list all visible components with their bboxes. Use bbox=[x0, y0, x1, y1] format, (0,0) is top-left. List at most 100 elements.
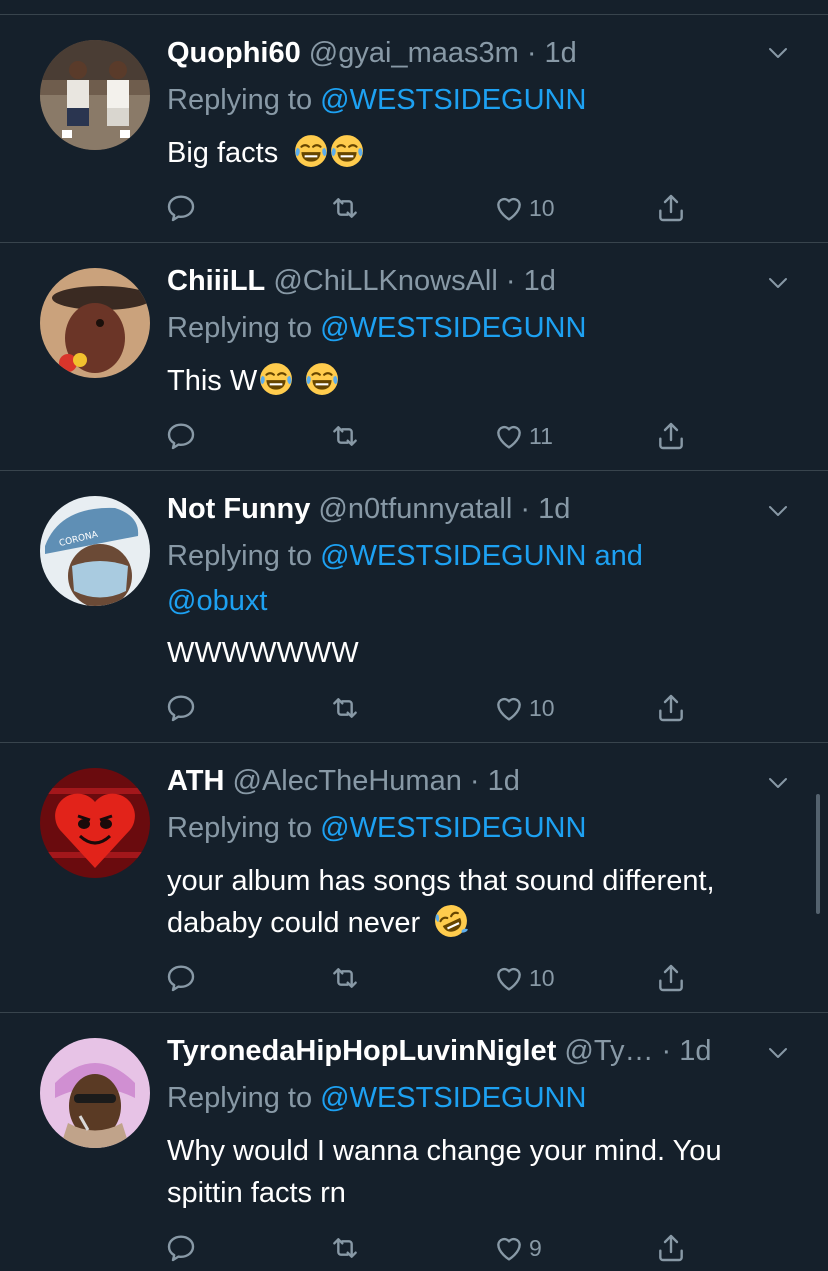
like-button[interactable]: 10 bbox=[493, 960, 555, 996]
mention-link[interactable]: @obuxt bbox=[167, 585, 267, 617]
tweet[interactable]: ATH @AlecTheHuman · 1d Replying to @WEST… bbox=[0, 743, 828, 1013]
face-with-tears-of-joy-icon bbox=[294, 134, 328, 168]
reply-button[interactable] bbox=[165, 690, 197, 726]
mention-link[interactable]: @WESTSIDEGUNN bbox=[320, 312, 586, 344]
tweet-text: WWWWWWW bbox=[167, 632, 797, 674]
display-name[interactable]: ATH bbox=[167, 765, 224, 797]
reply-icon bbox=[165, 692, 197, 724]
tweet-text-content: This W bbox=[167, 365, 258, 397]
username[interactable]: @ChiLLKnowsAll bbox=[273, 265, 497, 297]
tweet-text-content: Big facts bbox=[167, 137, 279, 169]
replying-to: Replying to @WESTSIDEGUNN bbox=[167, 1076, 787, 1121]
tweet-actions: 10 bbox=[165, 190, 705, 226]
avatar[interactable] bbox=[40, 268, 150, 378]
face-with-tears-of-joy-icon bbox=[330, 134, 364, 168]
retweet-button[interactable] bbox=[329, 960, 361, 996]
rolling-on-the-floor-laughing-icon bbox=[434, 904, 468, 938]
retweet-button[interactable] bbox=[329, 418, 361, 454]
scrollbar[interactable] bbox=[816, 794, 820, 914]
like-button[interactable]: 9 bbox=[493, 1230, 542, 1266]
chevron-down-icon[interactable] bbox=[766, 771, 790, 795]
face-with-tears-of-joy-icon bbox=[259, 362, 293, 396]
username[interactable]: @gyai_maas3m bbox=[309, 37, 519, 69]
tweet-actions: 11 bbox=[165, 418, 705, 454]
replying-to-label: Replying to bbox=[167, 540, 313, 572]
reply-icon bbox=[165, 420, 197, 452]
tweet[interactable]: TyronedaHipHopLuvinNiglet @Ty… · 1d Repl… bbox=[0, 1013, 828, 1271]
share-icon bbox=[655, 1232, 687, 1264]
reply-icon bbox=[165, 962, 197, 994]
replying-to-label: Replying to bbox=[167, 1082, 313, 1114]
display-name[interactable]: TyronedaHipHopLuvinNiglet bbox=[167, 1035, 556, 1067]
replying-to: Replying to @WESTSIDEGUNN and @obuxt bbox=[167, 534, 787, 624]
timestamp[interactable]: · 1d bbox=[527, 37, 577, 69]
timestamp[interactable]: · 1d bbox=[662, 1035, 712, 1067]
avatar[interactable] bbox=[40, 768, 150, 878]
share-button[interactable] bbox=[655, 418, 687, 454]
share-icon bbox=[655, 192, 687, 224]
reply-button[interactable] bbox=[165, 1230, 197, 1266]
username[interactable]: @Ty… bbox=[564, 1035, 653, 1067]
display-name[interactable]: Quophi60 bbox=[167, 37, 301, 69]
share-button[interactable] bbox=[655, 1230, 687, 1266]
mention-link[interactable]: @WESTSIDEGUNN and bbox=[320, 540, 643, 572]
mention-link[interactable]: @WESTSIDEGUNN bbox=[320, 84, 586, 116]
chevron-down-icon[interactable] bbox=[766, 271, 790, 295]
avatar[interactable] bbox=[40, 1038, 150, 1148]
retweet-icon bbox=[329, 962, 361, 994]
replying-to: Replying to @WESTSIDEGUNN bbox=[167, 306, 787, 351]
display-name[interactable]: ChiiiLL bbox=[167, 265, 265, 297]
tweet-text: Why would I wanna change your mind. You … bbox=[167, 1130, 797, 1214]
tweet-text-line: Why would I wanna change your mind. You bbox=[167, 1135, 722, 1167]
tweet[interactable]: Quophi60 @gyai_maas3m · 1d Replying to @… bbox=[0, 0, 828, 243]
mention-link[interactable]: @WESTSIDEGUNN bbox=[320, 1082, 586, 1114]
tweet[interactable]: ChiiiLL @ChiLLKnowsAll · 1d Replying to … bbox=[0, 243, 828, 471]
reply-button[interactable] bbox=[165, 960, 197, 996]
replying-to: Replying to @WESTSIDEGUNN bbox=[167, 806, 787, 851]
timestamp[interactable]: · 1d bbox=[520, 493, 570, 525]
share-button[interactable] bbox=[655, 690, 687, 726]
share-icon bbox=[655, 692, 687, 724]
retweet-icon bbox=[329, 692, 361, 724]
display-name[interactable]: Not Funny bbox=[167, 493, 310, 525]
tweet-text-line: your album has songs that sound differen… bbox=[167, 865, 715, 897]
like-button[interactable]: 10 bbox=[493, 190, 555, 226]
like-count: 11 bbox=[529, 422, 553, 449]
tweet-actions: 10 bbox=[165, 690, 705, 726]
like-button[interactable]: 11 bbox=[493, 418, 553, 454]
username[interactable]: @n0tfunnyatall bbox=[318, 493, 512, 525]
retweet-button[interactable] bbox=[329, 190, 361, 226]
reply-icon bbox=[165, 1232, 197, 1264]
chevron-down-icon[interactable] bbox=[766, 41, 790, 65]
share-icon bbox=[655, 420, 687, 452]
share-button[interactable] bbox=[655, 190, 687, 226]
tweet[interactable]: CORONA Not Funny @n0tfunnyatall · 1d Rep… bbox=[0, 471, 828, 743]
reply-button[interactable] bbox=[165, 190, 197, 226]
replying-to-label: Replying to bbox=[167, 312, 313, 344]
tweet-text-content: WWWWWWW bbox=[167, 637, 359, 669]
retweet-button[interactable] bbox=[329, 690, 361, 726]
like-count: 10 bbox=[529, 964, 555, 991]
heart-icon bbox=[493, 962, 525, 994]
heart-icon bbox=[493, 192, 525, 224]
reply-button[interactable] bbox=[165, 418, 197, 454]
heart-icon bbox=[493, 420, 525, 452]
avatar[interactable]: CORONA bbox=[40, 496, 150, 606]
retweet-icon bbox=[329, 420, 361, 452]
like-count: 10 bbox=[529, 194, 555, 221]
mention-link[interactable]: @WESTSIDEGUNN bbox=[320, 812, 586, 844]
share-button[interactable] bbox=[655, 960, 687, 996]
like-count: 10 bbox=[529, 694, 555, 721]
timestamp[interactable]: · 1d bbox=[470, 765, 520, 797]
username[interactable]: @AlecTheHuman bbox=[233, 765, 462, 797]
chevron-down-icon[interactable] bbox=[766, 499, 790, 523]
timestamp[interactable]: · 1d bbox=[506, 265, 556, 297]
tweet-text: This W bbox=[167, 360, 797, 402]
avatar[interactable] bbox=[40, 40, 150, 150]
like-button[interactable]: 10 bbox=[493, 690, 555, 726]
tweet-text: your album has songs that sound differen… bbox=[167, 860, 797, 944]
replying-to-label: Replying to bbox=[167, 84, 313, 116]
retweet-button[interactable] bbox=[329, 1230, 361, 1266]
chevron-down-icon[interactable] bbox=[766, 1041, 790, 1065]
replying-to: Replying to @WESTSIDEGUNN bbox=[167, 78, 787, 123]
